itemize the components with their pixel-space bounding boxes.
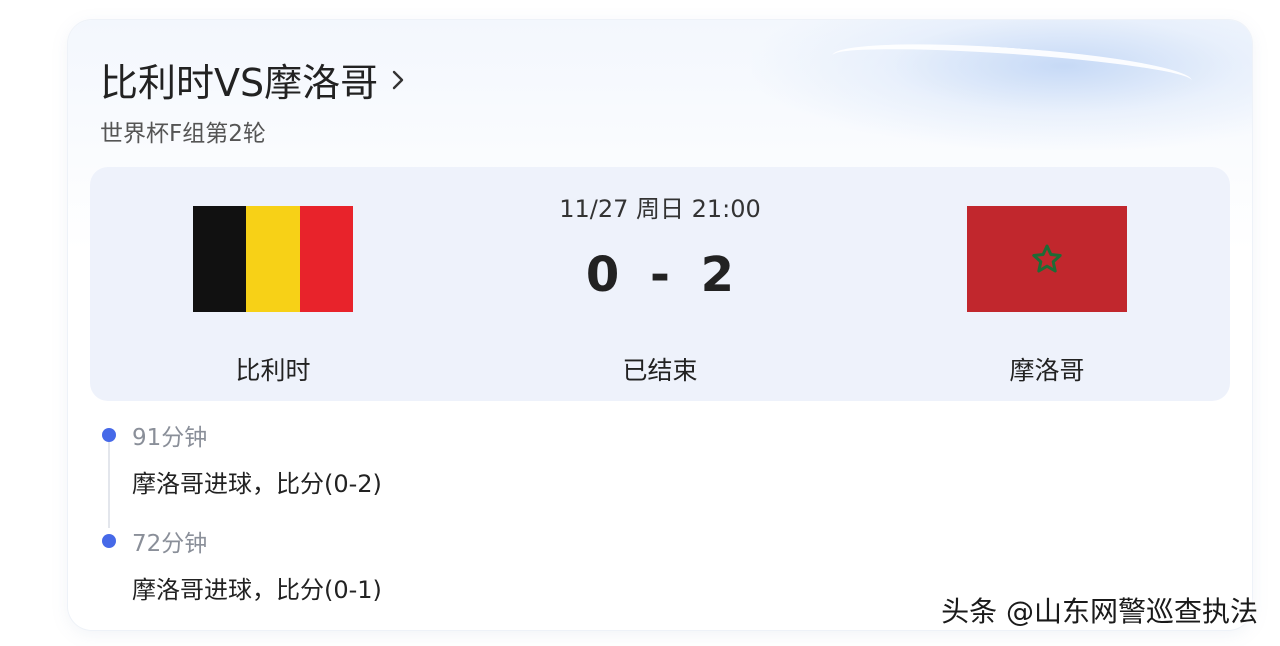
flag-stripe-black	[193, 206, 247, 312]
event-minute: 72分钟	[132, 531, 208, 557]
scoreboard: 比利时 11/27 周日 21:00 0 - 2 已结束 摩洛哥	[90, 167, 1230, 401]
belgium-flag-icon	[193, 206, 353, 312]
home-team-name: 比利时	[235, 356, 311, 385]
timeline-dot-icon	[102, 534, 116, 548]
goal-timeline: 91分钟 摩洛哥进球，比分(0-2) 72分钟 摩洛哥进球，比分(0-1)	[102, 418, 702, 618]
morocco-flag-icon	[967, 206, 1127, 312]
flag-stripe-yellow	[246, 206, 300, 312]
timeline-dot-icon	[102, 428, 116, 442]
event-description: 摩洛哥进球，比分(0-1)	[132, 576, 382, 604]
chevron-right-icon	[392, 70, 404, 89]
match-title-link[interactable]: 比利时VS摩洛哥	[100, 52, 408, 107]
match-score: 0 - 2	[585, 247, 735, 303]
away-team-name: 摩洛哥	[1009, 356, 1085, 385]
match-status: 已结束	[622, 356, 698, 385]
flag-stripe-red	[299, 206, 353, 312]
match-title: 比利时VS摩洛哥	[100, 61, 379, 105]
match-datetime: 11/27 周日 21:00	[559, 195, 761, 223]
source-watermark: 头条 @山东网警巡查执法	[941, 595, 1258, 628]
event-description: 摩洛哥进球，比分(0-2)	[132, 470, 382, 498]
match-round: 世界杯F组第2轮	[100, 121, 266, 147]
timeline-line	[108, 428, 110, 528]
match-card: 比利时VS摩洛哥 世界杯F组第2轮 比利时 11/27 周日 21:00 0 -…	[68, 20, 1252, 630]
event-minute: 91分钟	[132, 425, 208, 451]
